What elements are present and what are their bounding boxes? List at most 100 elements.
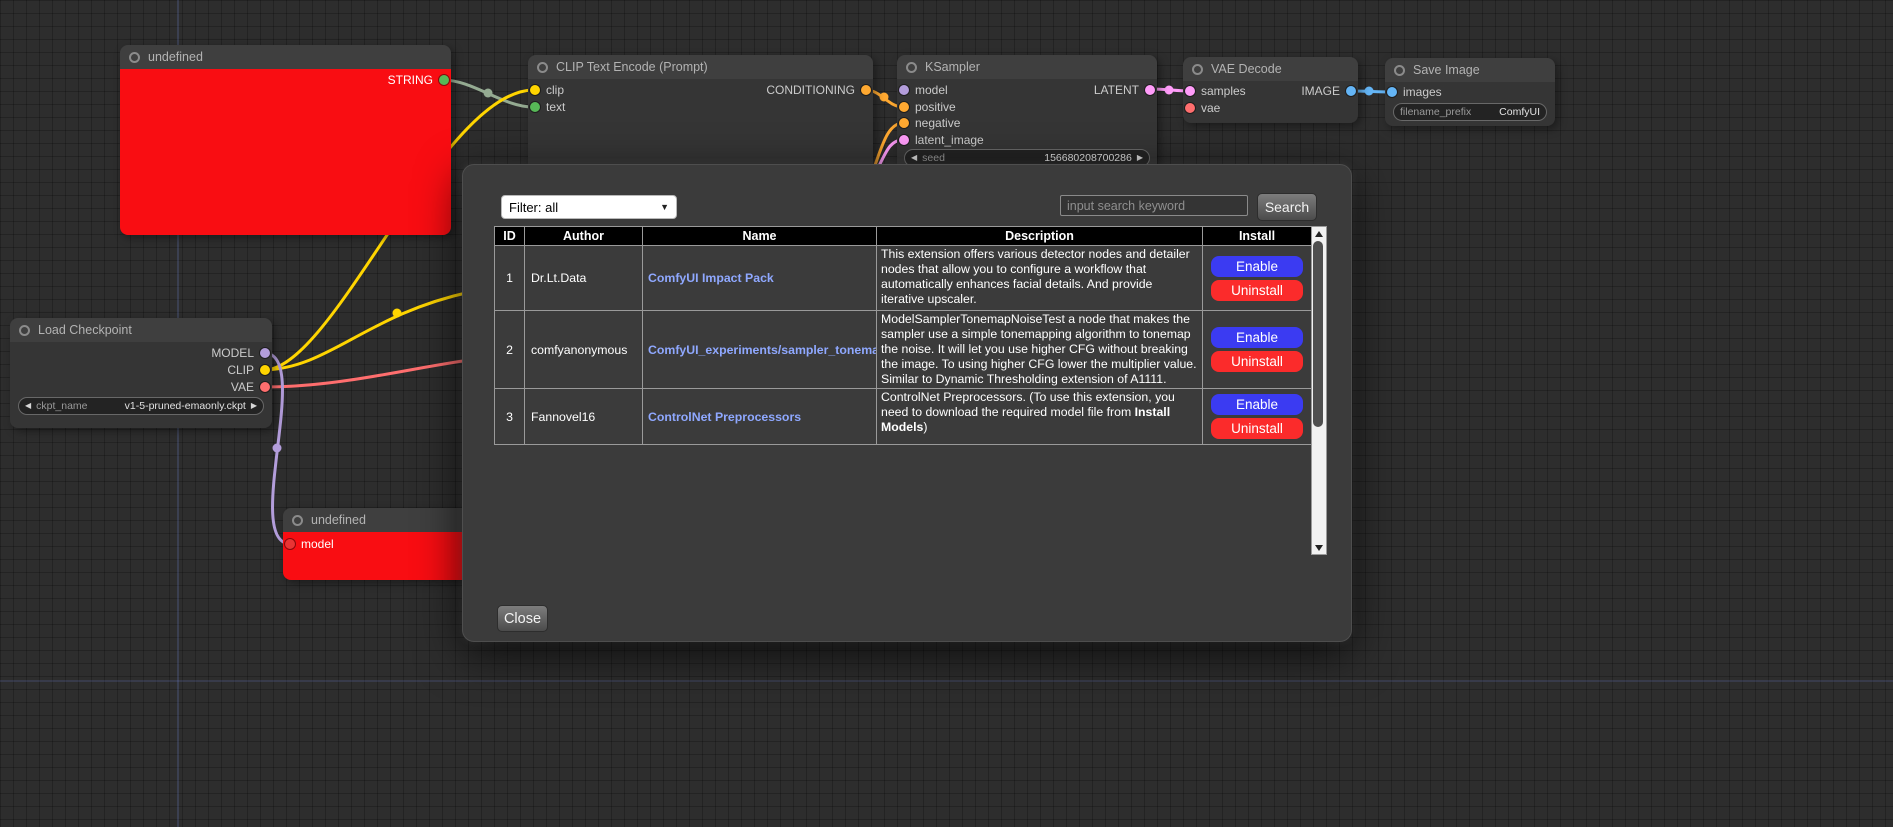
uninstall-button[interactable]: Uninstall — [1211, 280, 1303, 301]
conditioning-slot-icon[interactable] — [899, 118, 909, 128]
widget-value: 156680208700286 — [1044, 152, 1132, 164]
wire-midpoint-dot — [1165, 86, 1174, 95]
slot-label: vae — [1201, 101, 1220, 115]
collapse-toggle-icon[interactable] — [906, 62, 917, 73]
input-slot-samples[interactable]: samples — [1185, 83, 1246, 99]
header-id: ID — [495, 227, 525, 246]
close-button[interactable]: Close — [497, 605, 548, 632]
uninstall-button[interactable]: Uninstall — [1211, 351, 1303, 372]
slot-label: model — [915, 83, 948, 97]
string-slot-icon[interactable] — [530, 102, 540, 112]
input-slot-positive[interactable]: positive — [899, 99, 956, 115]
table-scrollbar[interactable] — [1311, 226, 1327, 555]
clip-slot-icon[interactable] — [260, 365, 270, 375]
collapse-toggle-icon[interactable] — [1394, 65, 1405, 76]
uninstall-button[interactable]: Uninstall — [1211, 418, 1303, 439]
conditioning-slot-icon[interactable] — [861, 85, 871, 95]
extension-description: ControlNet Preprocessors. (To use this e… — [877, 389, 1203, 445]
enable-button[interactable]: Enable — [1211, 256, 1303, 277]
clip-slot-icon[interactable] — [530, 85, 540, 95]
chevron-down-icon: ▼ — [660, 202, 669, 212]
output-slot-model[interactable]: MODEL — [211, 345, 270, 361]
input-slot-vae[interactable]: vae — [1185, 100, 1220, 116]
input-slot-clip[interactable]: clip — [530, 82, 564, 98]
collapse-toggle-icon[interactable] — [19, 325, 30, 336]
slot-label: text — [546, 100, 565, 114]
search-input[interactable] — [1060, 195, 1248, 216]
output-slot-vae[interactable]: VAE — [231, 379, 270, 395]
node-title: undefined — [148, 50, 203, 64]
image-slot-icon[interactable] — [1346, 86, 1356, 96]
description-text: This extension offers various detector n… — [881, 247, 1190, 306]
collapse-toggle-icon[interactable] — [129, 52, 140, 63]
wire-midpoint-dot — [1365, 87, 1374, 96]
vae-slot-icon[interactable] — [260, 382, 270, 392]
node-ksampler[interactable]: KSampler model positive negative latent_… — [897, 55, 1157, 179]
node-title: VAE Decode — [1211, 62, 1282, 76]
node-header[interactable]: VAE Decode — [1183, 57, 1358, 81]
output-slot-string[interactable]: STRING — [388, 72, 449, 88]
search-button[interactable]: Search — [1257, 193, 1317, 221]
string-slot-icon[interactable] — [439, 75, 449, 85]
vae-slot-icon[interactable] — [1185, 103, 1195, 113]
widget-label: seed — [922, 152, 945, 164]
input-slot-latent-image[interactable]: latent_image — [899, 132, 984, 148]
slot-label: model — [301, 537, 334, 551]
node-undefined-string[interactable]: undefined STRING — [120, 45, 451, 235]
description-text: ControlNet Preprocessors. (To use this e… — [881, 390, 1175, 419]
input-slot-images[interactable]: images — [1387, 84, 1442, 100]
conditioning-slot-icon[interactable] — [899, 102, 909, 112]
collapse-toggle-icon[interactable] — [292, 515, 303, 526]
node-load-checkpoint[interactable]: Load Checkpoint MODEL CLIP VAE ◀ ckpt_na… — [10, 318, 272, 428]
output-slot-latent[interactable]: LATENT — [1094, 82, 1155, 98]
node-header[interactable]: Load Checkpoint — [10, 318, 272, 342]
input-slot-model[interactable]: model — [285, 536, 334, 552]
model-slot-icon[interactable] — [260, 348, 270, 358]
node-header[interactable]: Save Image — [1385, 58, 1555, 82]
latent-slot-icon[interactable] — [899, 135, 909, 145]
filter-select[interactable]: Filter: all ▼ — [501, 195, 677, 219]
extension-name-link[interactable]: ControlNet Preprocessors — [643, 389, 877, 445]
output-slot-clip[interactable]: CLIP — [227, 362, 270, 378]
slot-label: IMAGE — [1301, 84, 1340, 98]
ckpt-name-widget[interactable]: ◀ ckpt_name v1-5-pruned-emaonly.ckpt ▶ — [18, 397, 264, 415]
collapse-toggle-icon[interactable] — [537, 62, 548, 73]
node-vae-decode[interactable]: VAE Decode samples vae IMAGE — [1183, 57, 1358, 123]
decrement-arrow-icon[interactable]: ◀ — [25, 398, 31, 414]
model-slot-icon[interactable] — [899, 85, 909, 95]
node-header[interactable]: KSampler — [897, 55, 1157, 79]
input-slot-negative[interactable]: negative — [899, 115, 960, 131]
collapse-toggle-icon[interactable] — [1192, 64, 1203, 75]
node-title: Load Checkpoint — [38, 323, 132, 337]
slot-label: LATENT — [1094, 83, 1139, 97]
output-slot-conditioning[interactable]: CONDITIONING — [766, 82, 871, 98]
enable-button[interactable]: Enable — [1211, 327, 1303, 348]
extension-name-link[interactable]: ComfyUI Impact Pack — [643, 246, 877, 311]
enable-button[interactable]: Enable — [1211, 394, 1303, 415]
slot-label: latent_image — [915, 133, 984, 147]
error-slot-icon[interactable] — [285, 539, 295, 549]
node-canvas[interactable]: undefined STRING CLIP Text Encode (Promp… — [0, 0, 1893, 827]
latent-slot-icon[interactable] — [1145, 85, 1155, 95]
node-save-image[interactable]: Save Image images filename_prefix ComfyU… — [1385, 58, 1555, 126]
scroll-down-arrow-icon[interactable] — [1312, 541, 1326, 554]
extension-description: ModelSamplerTonemapNoiseTest a node that… — [877, 311, 1203, 389]
scroll-up-arrow-icon[interactable] — [1312, 227, 1326, 240]
canvas-axis-horizontal — [0, 680, 1893, 682]
header-author: Author — [525, 227, 643, 246]
increment-arrow-icon[interactable]: ▶ — [251, 398, 257, 414]
image-slot-icon[interactable] — [1387, 87, 1397, 97]
scrollbar-thumb[interactable] — [1313, 241, 1323, 427]
output-slot-image[interactable]: IMAGE — [1301, 83, 1356, 99]
extension-id: 1 — [495, 246, 525, 311]
input-slot-model[interactable]: model — [899, 82, 948, 98]
node-header[interactable]: CLIP Text Encode (Prompt) — [528, 55, 873, 79]
input-slot-text[interactable]: text — [530, 99, 565, 115]
latent-slot-icon[interactable] — [1185, 86, 1195, 96]
node-header[interactable]: undefined — [120, 45, 451, 69]
extension-name-link[interactable]: ComfyUI_experiments/sampler_tonemap — [643, 311, 877, 389]
extensions-table: ID Author Name Description Install 1 Dr.… — [494, 226, 1312, 445]
filename-prefix-widget[interactable]: filename_prefix ComfyUI — [1393, 103, 1547, 121]
description-text: ModelSamplerTonemapNoiseTest a node that… — [881, 312, 1197, 386]
table-header-row: ID Author Name Description Install — [495, 227, 1312, 246]
